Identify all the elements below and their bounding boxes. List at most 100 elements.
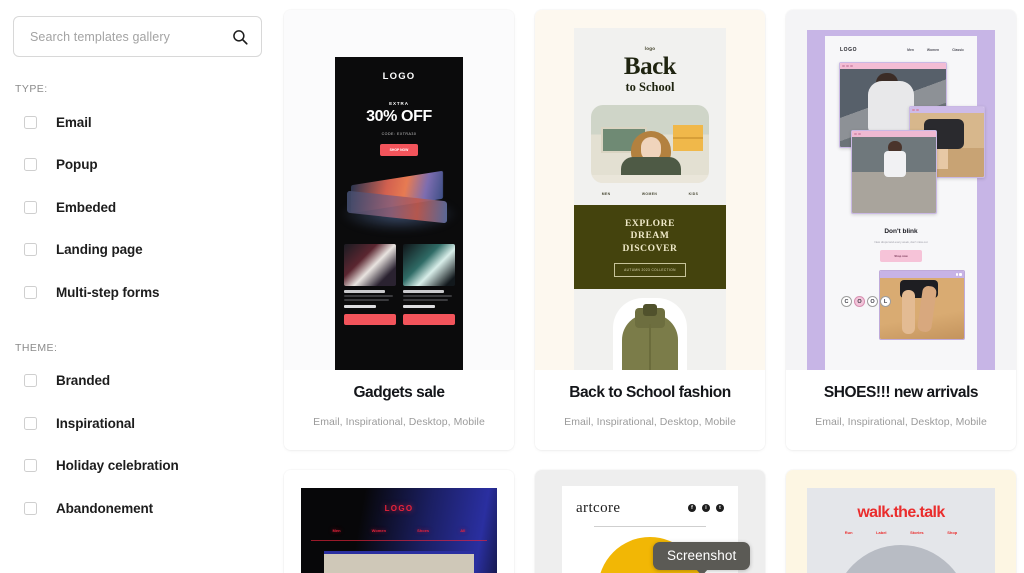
mock-product-item <box>343 244 396 325</box>
filter-option-popup[interactable]: Popup <box>13 144 262 187</box>
twitter-icon: t <box>716 504 724 513</box>
checkbox-icon[interactable] <box>24 416 37 430</box>
mock-cta-button: Shop now <box>880 250 922 262</box>
mock-nav-item: All <box>460 527 466 533</box>
filter-group-type: TYPE: Email Popup Embeded Landing page M… <box>13 83 262 314</box>
product-cta <box>343 313 396 325</box>
template-card-shoes-new-arrivals[interactable]: LOGO Men Women Classic Don't blink New d… <box>786 10 1016 450</box>
social-icons: f i t <box>688 504 724 513</box>
mock-logo: walk.the.talk <box>857 503 945 521</box>
template-card-gadgets-sale[interactable]: LOGO EXTRA 30% OFF CODE: EXTRA30 SHOP NO… <box>284 10 514 450</box>
email-mock-school: logo Back to School MEN WOMEN KIDS EXPLO… <box>574 28 726 370</box>
cool-badge: C <box>841 296 852 307</box>
mock-logo: artcore <box>576 499 621 516</box>
checkbox-icon[interactable] <box>24 459 37 473</box>
search-icon[interactable] <box>231 28 249 46</box>
filter-option-label: Landing page <box>56 242 143 258</box>
email-mock-shoes: LOGO Men Women Classic Don't blink New d… <box>807 30 995 370</box>
cool-badge: O <box>854 296 865 307</box>
divider <box>594 525 706 527</box>
cool-badges: C O O L <box>841 296 891 307</box>
template-card-walk-the-talk[interactable]: walk.the.talk Run Label Stories Shop <box>786 469 1016 573</box>
filter-options-type: Email Popup Embeded Landing page Multi-s… <box>13 101 262 314</box>
mock-logo: logo <box>644 46 656 51</box>
mock-nav: Run Label Stories Shop <box>807 530 995 535</box>
banner-line: DREAM <box>630 231 670 242</box>
filter-option-label: Popup <box>56 157 98 173</box>
filter-option-label: Inspirational <box>56 415 135 431</box>
mock-headline: 30% OFF <box>366 108 432 125</box>
template-card-meta: SHOES!!! new arrivals Email, Inspiration… <box>786 370 1016 450</box>
mock-headline: Don't blink <box>884 228 918 235</box>
photo-window-stack <box>835 62 985 222</box>
mock-cta-button: SHOP NOW <box>379 144 419 156</box>
photo-window <box>879 270 965 340</box>
mock-logo: LOGO <box>382 71 416 82</box>
mock-nav-item: Women <box>926 48 940 52</box>
template-preview[interactable]: LOGO EXTRA 30% OFF CODE: EXTRA30 SHOP NO… <box>284 10 514 370</box>
facebook-icon: f <box>688 504 696 513</box>
cool-badge: L <box>880 296 891 307</box>
mock-nav-item: Stories <box>910 529 924 535</box>
template-title: Back to School fashion <box>569 384 731 401</box>
filter-option-label: Embeded <box>56 199 117 215</box>
checkbox-icon[interactable] <box>24 243 37 257</box>
filter-option-email[interactable]: Email <box>13 101 262 144</box>
templates-grid-inner: LOGO EXTRA 30% OFF CODE: EXTRA30 SHOP NO… <box>284 10 1016 573</box>
filter-option-landing-page[interactable]: Landing page <box>13 229 262 272</box>
templates-gallery-page: TYPE: Email Popup Embeded Landing page <box>0 0 1024 573</box>
mock-nav: MEN WOMEN KIDS <box>574 183 726 196</box>
template-card-meta: Back to School fashion Email, Inspiratio… <box>535 370 765 450</box>
filter-option-multi-step-forms[interactable]: Multi-step forms <box>13 271 262 314</box>
mock-nav-item: Men <box>332 527 341 533</box>
checkbox-icon[interactable] <box>24 115 37 129</box>
filter-option-branded[interactable]: Branded <box>13 360 262 403</box>
template-preview[interactable]: LOGO Men Women Classic Don't blink New d… <box>786 10 1016 370</box>
instagram-icon: i <box>702 504 710 513</box>
photo-window <box>851 130 937 214</box>
bottom-photo-area: C O O L <box>835 270 967 342</box>
email-mock-night: LOGO Men Women Shoes All <box>301 487 497 573</box>
search-input[interactable] <box>28 28 231 45</box>
mock-nav-item: KIDS <box>688 191 699 196</box>
filter-option-label: Abandonement <box>56 500 154 516</box>
checkbox-icon[interactable] <box>24 200 37 214</box>
filter-group-theme-title: THEME: <box>15 341 58 354</box>
hero-circle <box>833 544 969 573</box>
template-tags: Email, Inspirational, Desktop, Mobile <box>815 415 987 428</box>
checkbox-icon[interactable] <box>24 285 37 299</box>
checkbox-icon[interactable] <box>24 374 37 388</box>
checkbox-icon[interactable] <box>24 158 37 172</box>
templates-grid: LOGO EXTRA 30% OFF CODE: EXTRA30 SHOP NO… <box>276 0 1024 573</box>
mock-logo: LOGO <box>384 503 414 513</box>
mock-product-list <box>335 244 463 325</box>
template-tags: Email, Inspirational, Desktop, Mobile <box>564 415 736 428</box>
filter-option-abandonement[interactable]: Abandonement <box>13 487 262 530</box>
laptop-illustration <box>339 170 459 232</box>
mock-banner: EXPLORE DREAM DISCOVER AUTUMN 2023 COLLE… <box>574 204 726 290</box>
search-box[interactable] <box>13 16 262 57</box>
hero-image <box>324 550 474 573</box>
screenshot-tooltip: Screenshot <box>653 542 751 573</box>
screenshot-tooltip-label: Screenshot <box>667 548 737 563</box>
filter-option-holiday-celebration[interactable]: Holiday celebration <box>13 445 262 488</box>
coat-illustration <box>613 298 687 370</box>
email-mock-walk: walk.the.talk Run Label Stories Shop <box>807 487 995 573</box>
filter-option-embeded[interactable]: Embeded <box>13 186 262 229</box>
template-preview[interactable]: LOGO Men Women Shoes All <box>284 469 514 573</box>
mock-headline-bottom: to School <box>625 79 675 94</box>
template-card-meta: Gadgets sale Email, Inspirational, Deskt… <box>284 370 514 450</box>
filter-option-inspirational[interactable]: Inspirational <box>13 402 262 445</box>
checkbox-icon[interactable] <box>24 501 37 515</box>
product-cta <box>402 313 455 325</box>
product-image <box>402 244 455 286</box>
banner-pill: AUTUMN 2023 COLLECTION <box>614 263 686 278</box>
cool-badge: O <box>867 296 878 307</box>
filter-option-label: Branded <box>56 373 111 389</box>
template-card-back-to-school-fashion[interactable]: logo Back to School MEN WOMEN KIDS EXPLO… <box>535 10 765 450</box>
template-preview[interactable]: walk.the.talk Run Label Stories Shop <box>786 469 1016 573</box>
template-preview[interactable]: logo Back to School MEN WOMEN KIDS EXPLO… <box>535 10 765 370</box>
filter-group-theme: THEME: Branded Inspirational Holiday cel… <box>13 342 262 530</box>
template-card-night-store[interactable]: LOGO Men Women Shoes All <box>284 469 514 573</box>
mock-subtext: New drops land every week, don't miss ou… <box>874 240 928 244</box>
